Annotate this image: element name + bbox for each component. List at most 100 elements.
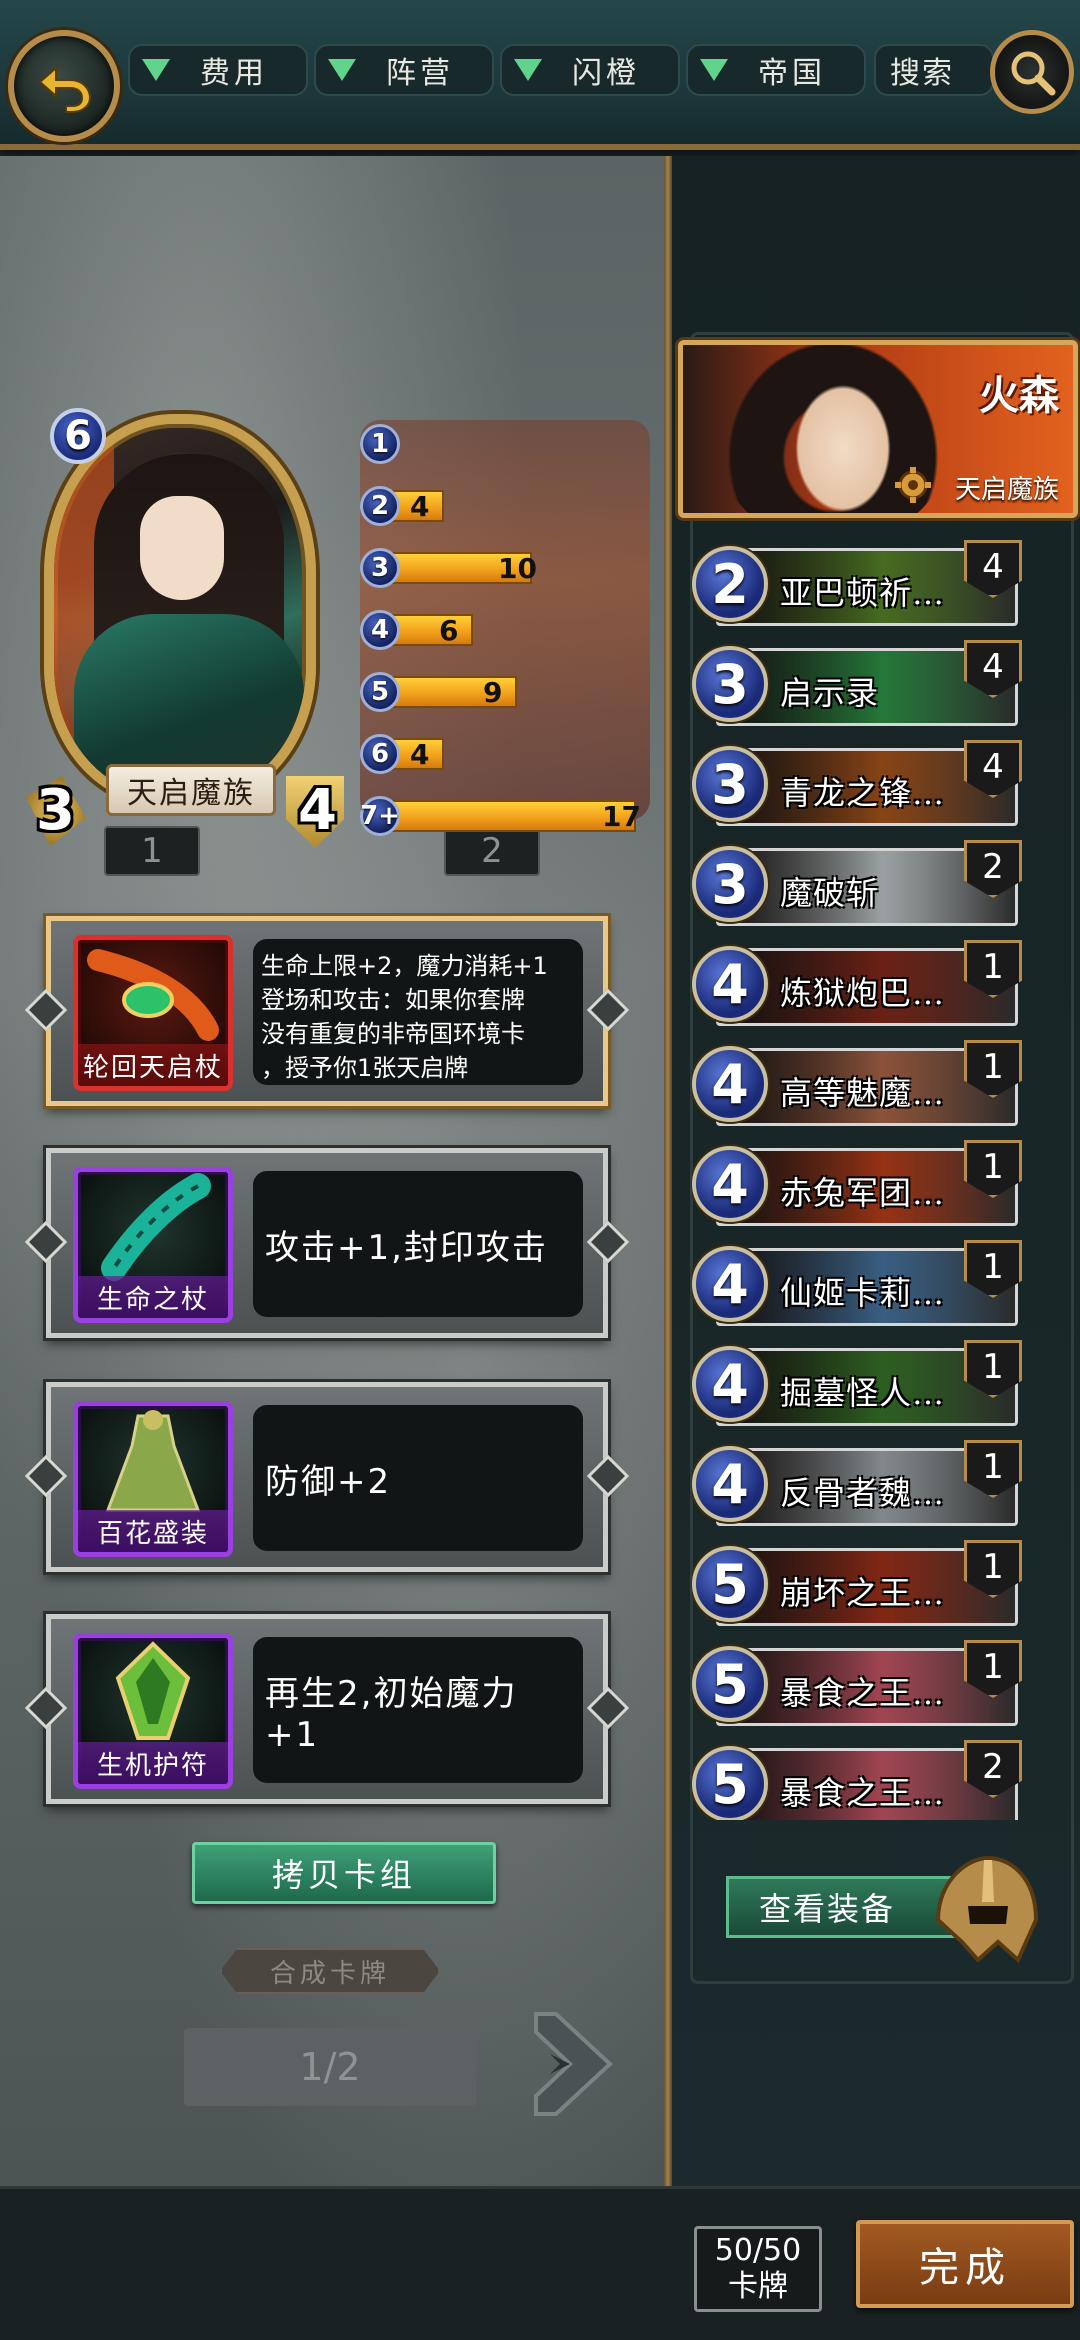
deck-card-row[interactable]: 3 青龙之锋… 4 <box>692 740 1036 828</box>
deck-card-name: 高等魅魔… <box>780 1074 946 1112</box>
deck-card-name: 青龙之锋… <box>780 774 946 812</box>
filter-empire-label: 帝国 <box>758 56 826 91</box>
card-cost-orb: 4 <box>692 1146 768 1222</box>
card-health: 4 <box>298 778 337 843</box>
deck-card-name: 反骨者魏… <box>780 1474 946 1512</box>
deck-card-name: 亚巴顿祈… <box>780 574 946 612</box>
deck-card-row[interactable]: 4 赤兔军团… 1 <box>692 1140 1036 1228</box>
cost-curve-row: 1 <box>360 424 640 464</box>
deck-card-name: 赤兔军团… <box>780 1174 946 1212</box>
cost-curve-count: 10 <box>498 551 537 585</box>
dress-icon: 百花盛装 <box>73 1401 233 1557</box>
deck-card-row[interactable]: 4 高等魅魔… 1 <box>692 1040 1036 1128</box>
cost-orb-icon: 3 <box>360 548 400 588</box>
deck-card-row[interactable]: 4 仙姬卡莉… 1 <box>692 1240 1036 1328</box>
dropdown-triangle-icon <box>514 59 542 81</box>
card-cost-orb: 4 <box>692 1046 768 1122</box>
staff-icon: 轮回天启杖 <box>73 935 233 1091</box>
card-owned-count: 1 <box>104 826 200 876</box>
card-cost-orb: 4 <box>692 1346 768 1422</box>
cost-curve-row: 3 10 <box>360 548 640 588</box>
magnifier-icon <box>1011 51 1056 96</box>
next-page-arrow-icon[interactable] <box>526 2004 620 2124</box>
deck-card-row[interactable]: 3 启示录 4 <box>692 640 1036 728</box>
equipment-slot-1[interactable]: 轮回天启杖 生命上限+2，魔力消耗+1 登场和攻击：如果你套牌 没有重复的非帝国… <box>24 916 630 1106</box>
filter-faction-label: 阵营 <box>386 56 454 91</box>
equipment-desc: 攻击+1,封印攻击 <box>253 1171 583 1317</box>
amulet-icon: 生机护符 <box>73 1633 233 1789</box>
cost-curve-count: 4 <box>410 489 430 523</box>
card-cost-orb: 4 <box>692 946 768 1022</box>
deck-card-row[interactable]: 4 炼狱炮巴… 1 <box>692 940 1036 1028</box>
top-bar: 费用 阵营 闪橙 帝国 搜索 <box>0 0 1080 150</box>
card-cost-orb: 4 <box>692 1246 768 1322</box>
hero-faction: 天启魔族 <box>954 475 1059 505</box>
search-input[interactable]: 搜索 <box>874 44 994 96</box>
cost-curve-count: 9 <box>483 675 503 709</box>
card-cost-orb: 4 <box>692 1446 768 1522</box>
equipment-desc: 再生2,初始魔力+1 <box>253 1637 583 1783</box>
cost-curve-row: 7+ 17 <box>360 796 641 836</box>
equipment-name: 轮回天启杖 <box>78 1044 228 1086</box>
deck-card-name: 炼狱炮巴… <box>780 974 946 1012</box>
done-button[interactable]: 完成 <box>856 2220 1074 2308</box>
filter-cost-label: 费用 <box>200 56 268 91</box>
faction-gear-icon <box>895 467 931 503</box>
cost-orb-icon: 1 <box>360 424 400 464</box>
deck-card-name: 启示录 <box>780 674 880 712</box>
search-button[interactable] <box>990 30 1074 114</box>
cost-orb-icon: 7+ <box>360 796 400 836</box>
deck-card-row[interactable]: 5 崩坏之王… 1 <box>692 1540 1036 1628</box>
featured-card[interactable]: 6 3 4 天启魔族 <box>16 400 352 848</box>
filter-rarity-label: 闪橙 <box>572 56 640 91</box>
hero-name: 火森 <box>979 372 1059 419</box>
card-count-unit: 卡牌 <box>728 2269 788 2304</box>
back-button[interactable] <box>8 30 120 142</box>
cost-orb-icon: 6 <box>360 734 400 774</box>
panel-divider <box>664 156 672 2186</box>
card-count-value: 50/50 <box>714 2233 802 2268</box>
cost-curve-row: 64 <box>360 734 640 774</box>
deck-card-name: 暴食之王… <box>780 1674 946 1712</box>
horn-staff-icon: 生命之杖 <box>73 1167 233 1323</box>
deck-card-row[interactable]: 3 魔破斩 2 <box>692 840 1036 928</box>
filter-faction[interactable]: 阵营 <box>314 44 494 96</box>
card-cost: 6 <box>50 408 106 464</box>
equipment-name: 生机护符 <box>78 1742 228 1784</box>
card-cost-orb: 3 <box>692 746 768 822</box>
equipment-desc: 防御+2 <box>253 1405 583 1551</box>
cost-curve-bar <box>384 800 636 832</box>
filter-cost[interactable]: 费用 <box>128 44 308 96</box>
equipment-slot-4[interactable]: 生机护符 再生2,初始魔力+1 <box>24 1614 630 1804</box>
equipment-slot-2[interactable]: 生命之杖 攻击+1,封印攻击 <box>24 1148 630 1338</box>
deck-card-name: 掘墓怪人… <box>780 1374 946 1412</box>
filter-rarity[interactable]: 闪橙 <box>500 44 680 96</box>
back-arrow-icon <box>38 65 92 113</box>
equipment-slot-3[interactable]: 百花盛装 防御+2 <box>24 1382 630 1572</box>
filter-empire[interactable]: 帝国 <box>686 44 866 96</box>
deck-hero[interactable]: 火森 天启魔族 <box>678 340 1078 518</box>
deck-card-row[interactable]: 4 反骨者魏… 1 <box>692 1440 1036 1528</box>
deck-card-row[interactable]: 5 暴食之王… 1 <box>692 1640 1036 1728</box>
copy-deck-button[interactable]: 拷贝卡组 <box>192 1842 496 1904</box>
deck-card-name: 仙姬卡莉… <box>780 1274 946 1312</box>
deck-card-row[interactable]: 2 亚巴顿祈… 4 <box>692 540 1036 628</box>
helmet-icon <box>935 1855 1039 1964</box>
card-cost-orb: 5 <box>692 1546 768 1622</box>
equipment-desc: 生命上限+2，魔力消耗+1 登场和攻击：如果你套牌 没有重复的非帝国环境卡 ，授… <box>253 939 583 1085</box>
card-portrait <box>44 414 316 806</box>
dropdown-triangle-icon <box>328 59 356 81</box>
deck-card-row[interactable]: 4 掘墓怪人… 1 <box>692 1340 1036 1428</box>
cost-curve-row: 24 <box>360 486 640 526</box>
deck-card-list[interactable]: 2 亚巴顿祈… 4 3 启示录 4 3 青龙之锋… 4 3 魔破斩 2 4 炼狱炮巴… 1 4 高等魅魔… 1 4 赤… <box>692 540 1036 1820</box>
cost-curve-count: 6 <box>439 613 459 647</box>
equipment-name: 生命之杖 <box>78 1276 228 1318</box>
synthesize-card-button[interactable]: 合成卡牌 <box>220 1948 440 1994</box>
cost-curve-count: 4 <box>410 737 430 771</box>
card-cost-orb: 5 <box>692 1646 768 1722</box>
deck-card-row[interactable]: 5 暴食之王… 2 <box>692 1740 1036 1820</box>
equipment-name: 百花盛装 <box>78 1510 228 1552</box>
page-indicator: 1/2 <box>184 2028 476 2106</box>
card-cost-orb: 3 <box>692 846 768 922</box>
deck-card-name: 暴食之王… <box>780 1774 946 1812</box>
